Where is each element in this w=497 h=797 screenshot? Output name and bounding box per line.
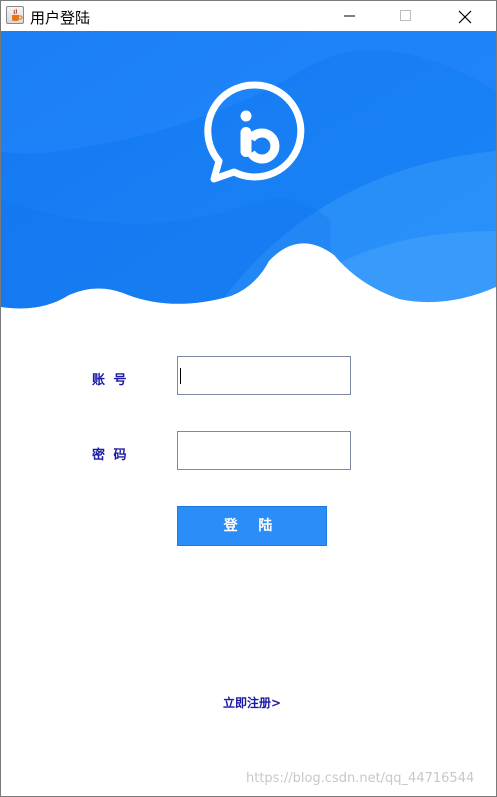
register-link[interactable]: 立即注册> — [223, 694, 281, 711]
password-input[interactable] — [177, 431, 351, 470]
close-icon — [458, 10, 472, 24]
minimize-button[interactable] — [327, 1, 373, 31]
text-caret — [180, 368, 181, 384]
maximize-button[interactable] — [383, 1, 429, 31]
maximize-icon — [400, 10, 411, 21]
password-label: 密 码 — [92, 448, 129, 463]
header-banner — [1, 31, 496, 331]
watermark: https://blog.csdn.net/qq_44716544 — [246, 771, 475, 786]
account-label: 账 号 — [92, 373, 129, 388]
java-cup-icon[interactable] — [6, 6, 24, 24]
window-title: 用户登陆 — [30, 9, 91, 27]
account-input[interactable] — [177, 356, 351, 395]
minimize-icon — [344, 15, 355, 17]
close-button[interactable] — [441, 1, 487, 31]
login-window: 用户登陆 账 号 密 码 登 陆 立即注册> https://blog.csdn… — [0, 0, 497, 797]
login-button[interactable]: 登 陆 — [177, 506, 327, 546]
title-bar[interactable]: 用户登陆 — [1, 1, 496, 31]
